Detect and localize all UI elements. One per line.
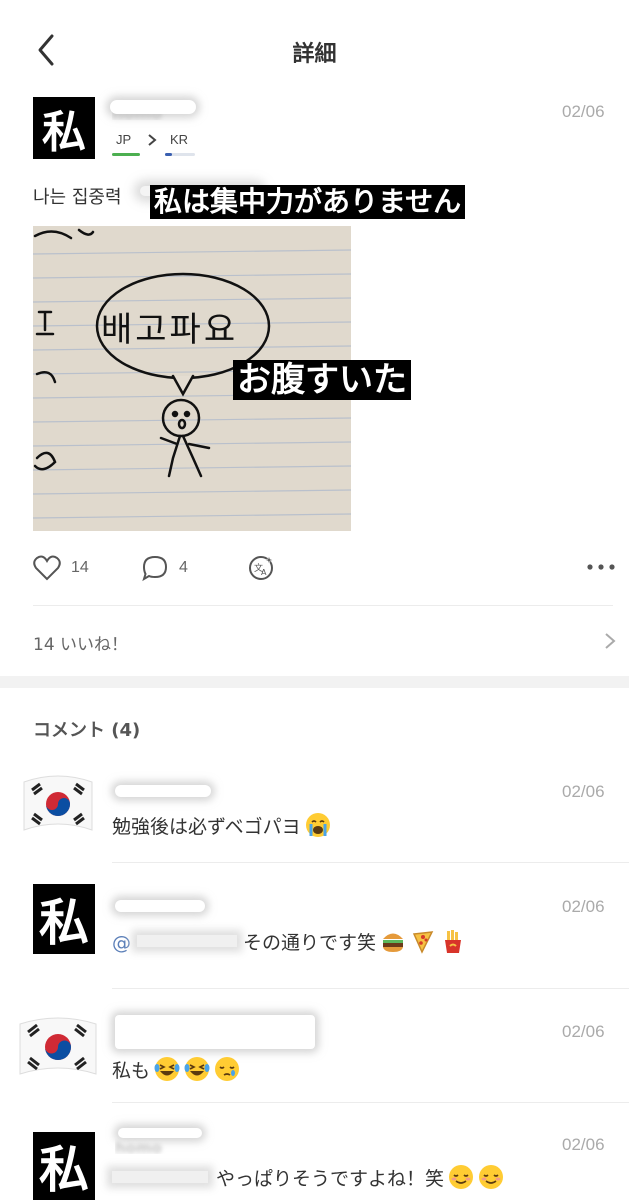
heart-icon	[33, 555, 61, 581]
comment-date: 02/06	[562, 1135, 605, 1154]
crying-face-emoji	[305, 813, 330, 837]
divider	[112, 988, 629, 989]
translate-button[interactable]: 文 A	[248, 553, 276, 583]
comment-button[interactable]: 4	[141, 553, 188, 583]
comment-text: 私も	[112, 1056, 240, 1083]
tears-of-joy-emoji	[154, 1057, 180, 1081]
hamburger-emoji	[383, 933, 404, 952]
learning-level-fill	[165, 153, 172, 156]
comment-date: 02/06	[562, 782, 605, 801]
like-count: 14	[71, 559, 89, 576]
avatar-overlay-char: 私	[39, 893, 89, 952]
comment-date: 02/06	[562, 1022, 605, 1041]
avatar-overlay-char: 私	[39, 1140, 89, 1199]
redacted-mention-blur	[137, 935, 237, 947]
more-options-icon[interactable]	[586, 560, 616, 574]
translate-icon: 文 A	[249, 555, 274, 580]
comment-text: @ その通りです笑	[112, 928, 466, 955]
comment-date: 02/06	[562, 897, 605, 916]
page-title: 詳細	[292, 42, 337, 67]
image-bubble-text: 배고파요	[101, 310, 239, 350]
like-button[interactable]: 14	[33, 553, 89, 583]
redacted-name-blur	[115, 1015, 315, 1049]
commenter-avatar[interactable]: 私	[33, 884, 95, 954]
comment-count: 4	[179, 559, 188, 576]
sleepy-face-emoji	[215, 1057, 240, 1081]
commenter-name[interactable]: homo	[115, 1138, 175, 1154]
commenter-avatar[interactable]: 私	[33, 1132, 95, 1200]
korean-flag-avatar[interactable]	[18, 772, 98, 842]
chevron-right-icon	[605, 633, 616, 649]
comment-text: やっぱりそうですよね！笑	[112, 1164, 504, 1191]
native-language-bar	[112, 153, 140, 156]
learning-language: KR	[170, 132, 189, 147]
mention-link[interactable]: @	[112, 932, 131, 954]
redacted-name-blur	[115, 785, 211, 797]
image-overlay-caption: お腹すいた	[233, 360, 411, 400]
redacted-name-blur	[118, 1128, 202, 1138]
relieved-face-emoji	[479, 1165, 504, 1189]
redacted-name-blur	[110, 100, 196, 114]
likes-summary-text: 14 いいね！	[33, 635, 129, 655]
post-author-avatar[interactable]: 私	[33, 97, 95, 159]
post-date: 02/06	[562, 102, 605, 121]
divider	[33, 605, 613, 606]
redacted-mention-blur	[112, 1171, 208, 1183]
korean-flag-avatar[interactable]	[14, 1012, 102, 1084]
pizza-emoji	[412, 931, 434, 954]
arrow-right-icon	[148, 134, 157, 146]
section-separator	[0, 676, 629, 688]
translation-overlay-caption: 私は集中力がありません	[150, 185, 466, 219]
tears-of-joy-emoji	[184, 1057, 210, 1081]
fries-emoji	[445, 930, 462, 953]
native-language: JP	[116, 132, 132, 147]
relieved-face-emoji	[449, 1165, 474, 1189]
avatar-overlay-char: 私	[42, 107, 86, 158]
divider	[112, 1102, 629, 1103]
svg-text:A: A	[261, 568, 267, 577]
comments-header: コメント (4)	[33, 720, 141, 741]
top-nav-bar: 詳細	[0, 0, 629, 100]
comment-bubble-icon	[142, 555, 168, 582]
post-text: 나는 집중력	[33, 187, 122, 208]
likes-summary-row[interactable]: 14 いいね！	[33, 618, 618, 664]
divider	[112, 862, 629, 863]
comment-text: 勉強後は必ずベゴパヨ	[112, 812, 331, 839]
redacted-name-blur	[115, 900, 205, 912]
